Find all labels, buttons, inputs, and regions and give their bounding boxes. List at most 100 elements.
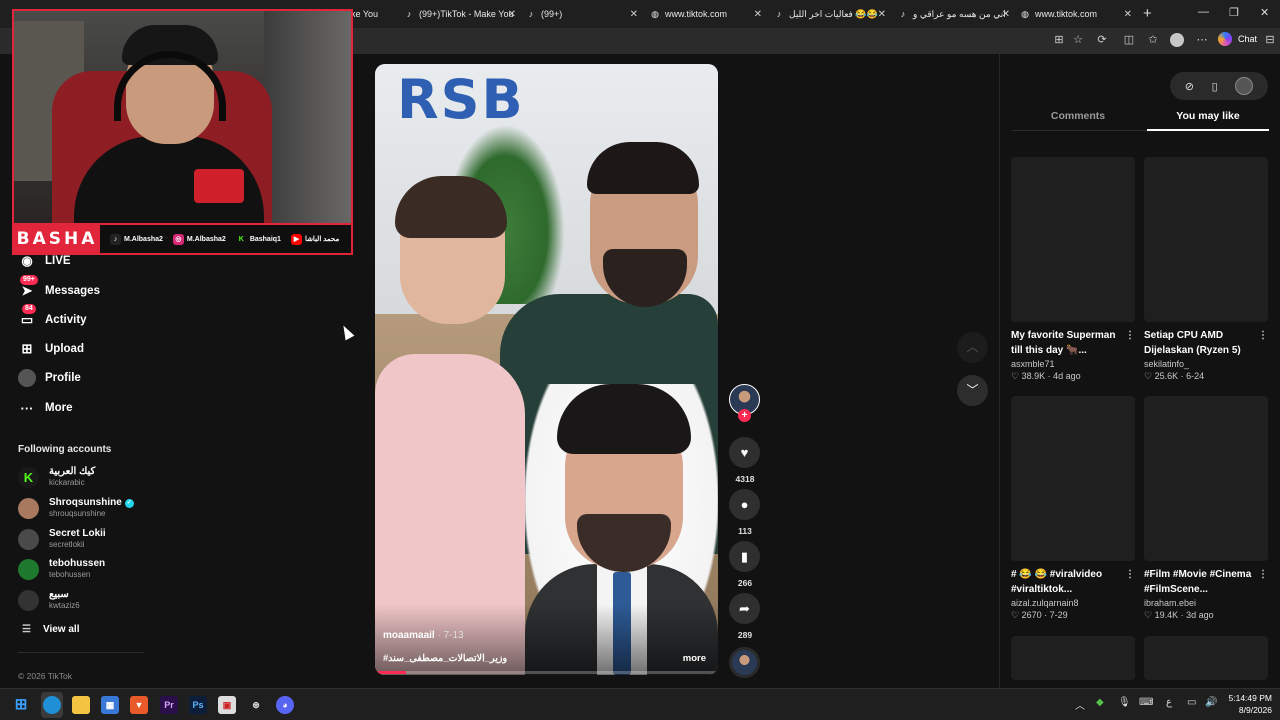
like-button[interactable]: ♥ — [729, 437, 760, 468]
browser-tab[interactable]: ◍ www.tiktok.com ✕ — [1016, 4, 1134, 24]
video-author[interactable]: moaamaail · 7-13 — [383, 630, 464, 641]
file-explorer-icon[interactable] — [72, 696, 90, 714]
nav-profile[interactable]: Profile — [18, 369, 81, 387]
photoshop-icon[interactable]: Ps — [189, 696, 207, 714]
comment-button[interactable]: ● — [729, 489, 760, 520]
extensions-grid-icon[interactable]: ⊞ — [1052, 33, 1066, 47]
tray-app-icon[interactable]: ◆ — [1096, 697, 1104, 708]
card-menu-icon[interactable]: ⋮ — [1125, 567, 1135, 582]
discord-icon[interactable]: ◕ — [276, 696, 294, 714]
card-menu-icon[interactable]: ⋮ — [1258, 328, 1268, 343]
following-account[interactable]: Secret Lokii secretlokii — [18, 528, 106, 550]
recommended-video-card[interactable]: #Film #Movie #Cinema #FilmScene... ⋮ ibra… — [1144, 396, 1268, 621]
video-thumbnail[interactable] — [1144, 157, 1268, 322]
tab-comments[interactable]: Comments — [1017, 110, 1139, 122]
recommended-video-card[interactable]: Setiap CPU AMD Dijelaskan (Ryzen 5) ⋮ sek… — [1144, 157, 1268, 382]
store-icon[interactable]: ▦ — [101, 696, 119, 714]
steam-icon[interactable]: ⊛ — [247, 696, 265, 714]
close-tab-icon[interactable]: ✕ — [630, 9, 638, 20]
video-thumbnail[interactable] — [1144, 396, 1268, 561]
more-menu-icon[interactable]: ⋯ — [1195, 33, 1209, 47]
browser-tab[interactable]: ♪ فعاليات اخر الليل 😂😂 ✕ — [770, 4, 888, 24]
following-account[interactable]: K كيك العربية kickarabic — [18, 466, 95, 488]
card-menu-icon[interactable]: ⋮ — [1125, 328, 1135, 343]
sidebar-toggle-icon[interactable]: ⊟ — [1263, 33, 1277, 47]
close-tab-icon[interactable]: ✕ — [1124, 9, 1132, 20]
nav-label: Messages — [45, 285, 100, 297]
favorite-star-icon[interactable]: ☆ — [1071, 33, 1085, 47]
share-button[interactable]: ➦ — [729, 593, 760, 624]
volume-icon[interactable]: 🔊 — [1205, 697, 1217, 708]
sound-disc[interactable] — [729, 647, 760, 678]
following-account[interactable]: tebohussen tebohussen — [18, 558, 105, 580]
language-indicator[interactable]: ع — [1166, 697, 1172, 708]
close-tab-icon[interactable]: ✕ — [878, 9, 886, 20]
card-author[interactable]: aizal.zulqarnain8 — [1011, 598, 1135, 608]
profile-icon — [18, 369, 36, 387]
system-clock[interactable]: 5:14:49 PM 8/9/2026 — [1222, 692, 1272, 716]
user-avatar[interactable] — [1235, 77, 1254, 95]
video-thumbnail[interactable] — [1011, 157, 1135, 322]
video-thumbnail[interactable] — [1011, 396, 1135, 561]
profile-avatar[interactable] — [1170, 33, 1184, 47]
follow-plus-icon[interactable]: + — [738, 409, 751, 422]
windows-start-icon[interactable]: ⊞ — [12, 696, 30, 714]
view-all-button[interactable]: ☰ View all — [22, 624, 79, 635]
new-tab-icon[interactable]: + — [1143, 5, 1152, 22]
split-screen-icon[interactable]: ◫ — [1122, 33, 1136, 47]
comment-icon: ● — [740, 497, 749, 512]
video-progress-bar[interactable] — [375, 671, 718, 674]
phone-icon[interactable]: ▯ — [1212, 80, 1218, 93]
close-window-icon[interactable]: ✕ — [1260, 6, 1269, 19]
card-author[interactable]: asxmble71 — [1011, 359, 1135, 369]
premiere-pro-icon[interactable]: Pr — [160, 696, 178, 714]
close-tab-icon[interactable]: ✕ — [508, 9, 516, 20]
video-thumbnail[interactable] — [1144, 636, 1268, 680]
close-tab-icon[interactable]: ✕ — [1002, 9, 1010, 20]
nav-more[interactable]: ··· More — [18, 399, 73, 417]
video-player[interactable]: RSB moaamaail · 7-13 #وزير_الاتصالات_مصط… — [375, 64, 718, 675]
card-author[interactable]: sekilatinfo_ — [1144, 359, 1268, 369]
video-caption[interactable]: #وزير_الاتصالات_مصطفى_سند — [383, 653, 507, 664]
image-viewer-icon[interactable]: ▣ — [218, 696, 236, 714]
browser-tab[interactable]: ♪ (99+) ✕ — [522, 4, 640, 24]
network-icon[interactable]: ▭ — [1187, 697, 1196, 708]
card-menu-icon[interactable]: ⋮ — [1258, 567, 1268, 582]
previous-video-button[interactable]: ︿ — [957, 332, 988, 363]
tab-title: فعاليات اخر الليل 😂😂 — [789, 8, 878, 19]
nav-messages[interactable]: ➤ 99+ Messages — [18, 275, 100, 300]
edge-browser-icon[interactable] — [43, 696, 61, 714]
browser-tab[interactable]: ♪ اني من هسه مو عراقي و ✕ — [894, 4, 1012, 24]
compass-icon[interactable]: ⊘ — [1185, 80, 1194, 93]
tiktok-icon: ♪ — [528, 9, 534, 19]
account-name: tebohussen — [49, 558, 106, 569]
nav-upload[interactable]: ⊞ Upload — [18, 340, 84, 358]
video-thumbnail[interactable] — [1011, 636, 1135, 680]
close-tab-icon[interactable]: ✕ — [754, 9, 762, 20]
microphone-tray-icon[interactable]: 🎙 — [1118, 697, 1131, 708]
card-author[interactable]: ibraham.ebei — [1144, 598, 1268, 608]
caption-more-button[interactable]: more — [683, 653, 706, 664]
following-account[interactable]: سبيع kwtaziz6 — [18, 589, 80, 611]
recommended-video-card[interactable]: My favorite Superman till this day 🐂... ⋮… — [1011, 157, 1135, 382]
minimize-icon[interactable]: — — [1198, 6, 1209, 18]
account-name: Secret Lokii — [49, 528, 106, 539]
next-video-button[interactable]: ﹀ — [957, 375, 988, 406]
recommended-video-card[interactable]: # 😂 😂 #viralvideo #viraltiktok... ⋮ aizal… — [1011, 396, 1135, 621]
brave-browser-icon[interactable]: ▼ — [130, 696, 148, 714]
keyboard-icon[interactable]: ⌨ — [1139, 697, 1153, 708]
nav-activity[interactable]: ▭ 84 Activity — [18, 304, 87, 329]
refresh-icon[interactable]: ⟳ — [1095, 33, 1109, 47]
tiktok-handle: M.Albasha2 — [124, 235, 163, 243]
favorites-icon[interactable]: ✩ — [1146, 33, 1160, 47]
browser-tab[interactable]: ♪ (99+)TikTok - Make You ✕ — [400, 4, 518, 24]
following-account[interactable]: Shroqsunshine ✓ shrouqsunshine — [18, 497, 134, 519]
browser-tab[interactable]: ◍ www.tiktok.com ✕ — [646, 4, 764, 24]
tray-chevron-up-icon[interactable]: ︿ — [1075, 697, 1085, 712]
restore-icon[interactable]: ❐ — [1229, 6, 1239, 19]
save-button[interactable]: ▮ — [729, 541, 760, 572]
copilot-chat-button[interactable]: Chat — [1218, 32, 1257, 46]
copyright-text: © 2026 TikTok — [18, 671, 72, 681]
webcam-window-light — [264, 11, 351, 223]
tab-you-may-like[interactable]: You may like — [1147, 110, 1269, 122]
